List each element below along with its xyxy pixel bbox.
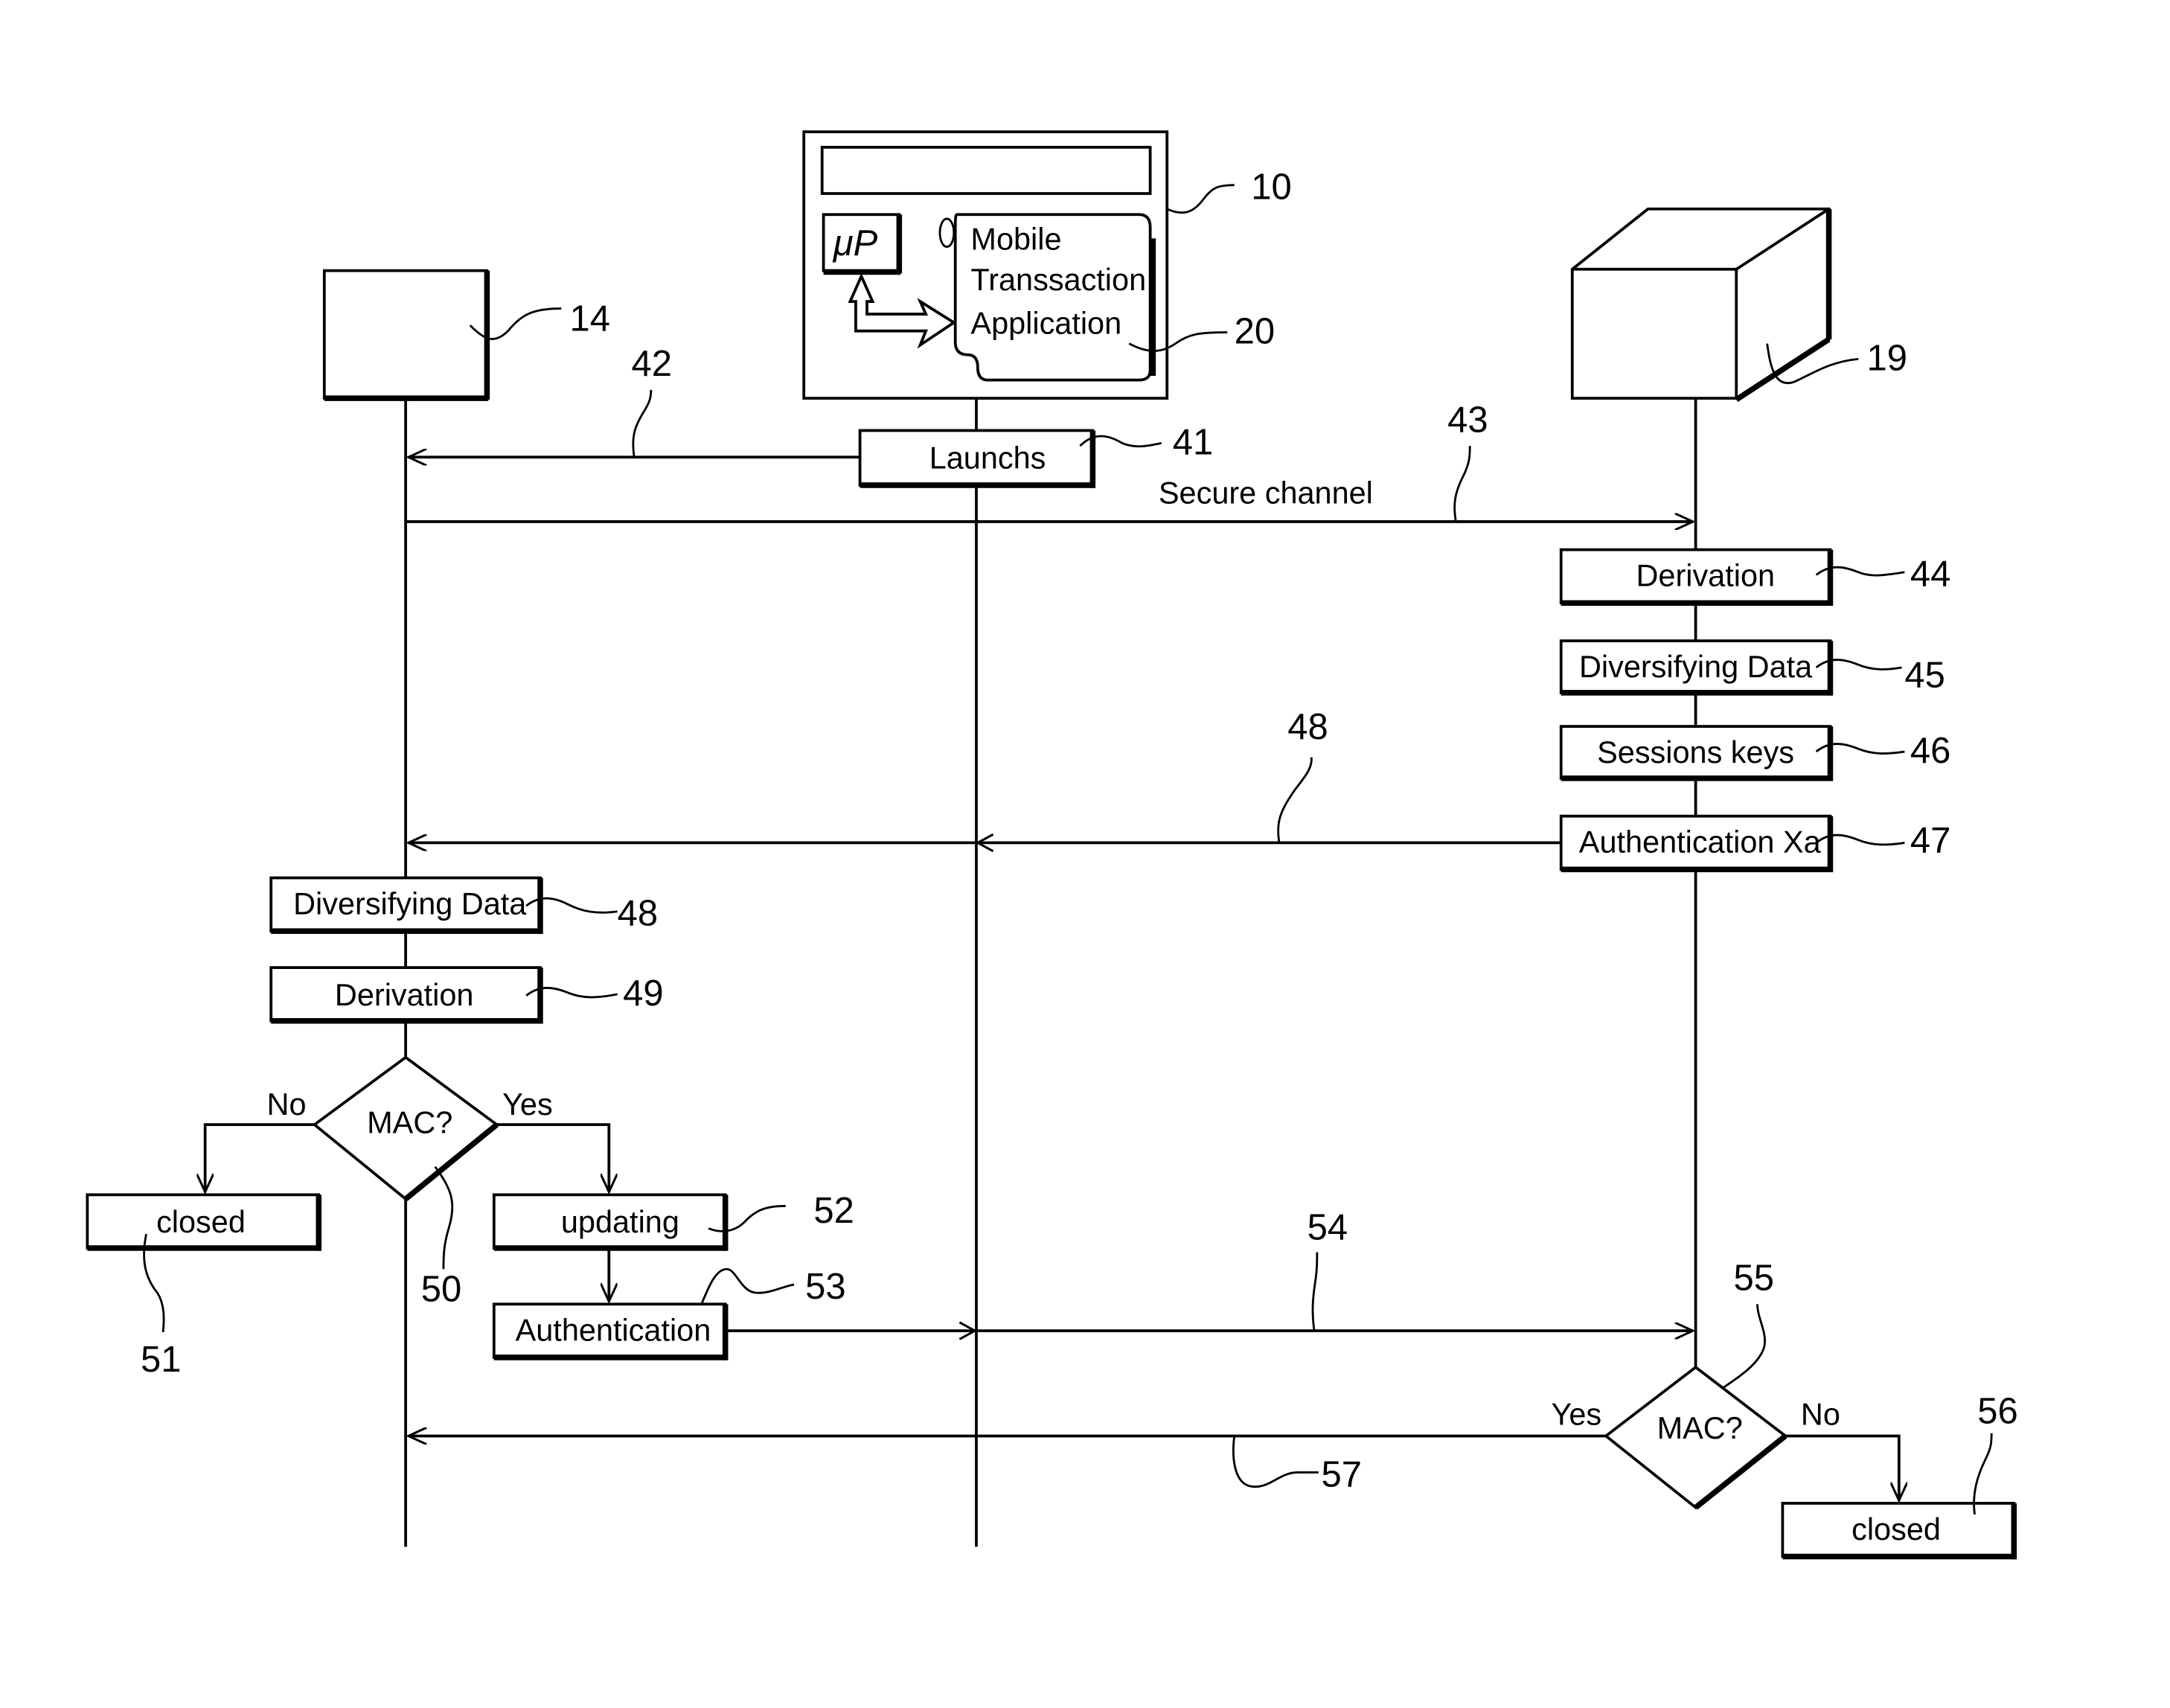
ref-54: 54 xyxy=(1308,1208,1348,1248)
ref-50: 50 xyxy=(421,1270,462,1310)
leader-42 xyxy=(632,389,653,458)
terminal-derivation-box: Derivation xyxy=(269,966,543,1024)
mac2-no-branch xyxy=(1785,1434,1899,1500)
launchs-box: Launchs xyxy=(858,429,1096,488)
leader-53 xyxy=(700,1267,795,1305)
closed-box-1: closed xyxy=(86,1193,322,1251)
svg-text:Authentication Xa: Authentication Xa xyxy=(1579,825,1822,860)
leader-54 xyxy=(1311,1252,1319,1331)
ref-43: 43 xyxy=(1447,400,1488,440)
ref-47: 47 xyxy=(1910,821,1951,861)
leader-43 xyxy=(1453,446,1471,522)
mac2-yes-label: Yes xyxy=(1552,1396,1602,1431)
svg-text:Derivation: Derivation xyxy=(335,977,474,1012)
svg-text:Authentication: Authentication xyxy=(516,1312,711,1347)
secure-channel-label: Secure channel xyxy=(1159,475,1373,510)
terminal-diversifying-box: Diversifying Data xyxy=(269,876,543,934)
ref-20: 20 xyxy=(1235,312,1276,352)
ref-14: 14 xyxy=(570,299,611,339)
updating-box: updating xyxy=(492,1193,729,1251)
mobile-device: μP Mobile Transsaction Application xyxy=(802,130,1169,400)
leader-57 xyxy=(1232,1436,1319,1488)
terminal-box xyxy=(322,269,490,401)
sessions-keys-box: Sessions keys xyxy=(1559,725,1834,781)
ref-48: 48 xyxy=(618,894,659,934)
server-derivation-box: Derivation xyxy=(1559,548,1834,606)
ref-42: 42 xyxy=(631,344,672,384)
leader-55 xyxy=(1721,1304,1766,1389)
svg-text:Diversifying Data: Diversifying Data xyxy=(293,886,527,921)
ref-48-arrow: 48 xyxy=(1287,707,1328,747)
mac1-no-label: No xyxy=(267,1087,307,1122)
svg-text:MAC?: MAC? xyxy=(1657,1410,1743,1445)
mac1-yes-branch xyxy=(496,1123,609,1192)
mac2-no-label: No xyxy=(1801,1396,1840,1431)
svg-text:Derivation: Derivation xyxy=(1636,558,1775,593)
ref-10: 10 xyxy=(1251,167,1292,208)
ref-55: 55 xyxy=(1733,1258,1774,1298)
leader-48-arrow xyxy=(1277,757,1313,843)
ref-41: 41 xyxy=(1173,422,1214,462)
ref-57: 57 xyxy=(1321,1454,1362,1494)
app-line-3: Application xyxy=(970,305,1121,340)
closed-box-2: closed xyxy=(1781,1502,2017,1560)
ref-19: 19 xyxy=(1866,338,1907,378)
ref-56: 56 xyxy=(1977,1392,2018,1432)
svg-text:MAC?: MAC? xyxy=(367,1104,452,1139)
svg-text:Sessions keys: Sessions keys xyxy=(1597,735,1794,770)
device-screen xyxy=(820,145,1152,195)
mac-check-2: MAC? xyxy=(1603,1365,1788,1510)
svg-text:closed: closed xyxy=(156,1204,246,1239)
launchs-label: Launchs xyxy=(929,440,1046,475)
processor-label: μP xyxy=(832,223,878,263)
mac-check-1: MAC? xyxy=(312,1055,499,1201)
sequence-diagram: 14 μP Mobile Transsaction Application 10… xyxy=(86,130,2018,1560)
app-line-2: Transsaction xyxy=(970,262,1146,297)
leader-10 xyxy=(1166,184,1235,214)
mac1-yes-label: Yes xyxy=(502,1087,553,1122)
ref-49: 49 xyxy=(623,973,664,1014)
ref-45: 45 xyxy=(1904,655,1945,695)
ref-46: 46 xyxy=(1910,731,1951,771)
server-cube xyxy=(1570,207,1832,403)
mac1-no-branch xyxy=(205,1123,315,1192)
svg-text:closed: closed xyxy=(1851,1512,1941,1547)
ref-51: 51 xyxy=(141,1340,182,1380)
ref-44: 44 xyxy=(1910,554,1951,595)
svg-text:Diversifying Data: Diversifying Data xyxy=(1579,649,1813,684)
leader-50 xyxy=(434,1165,454,1270)
ref-53: 53 xyxy=(805,1267,846,1307)
ref-52: 52 xyxy=(813,1191,854,1231)
auth-xa-box: Authentication Xa xyxy=(1559,814,1834,872)
authentication-box: Authentication xyxy=(492,1302,729,1360)
server-diversifying-box: Diversifying Data xyxy=(1559,639,1834,696)
app-line-1: Mobile xyxy=(970,221,1061,256)
svg-text:updating: updating xyxy=(561,1204,679,1239)
